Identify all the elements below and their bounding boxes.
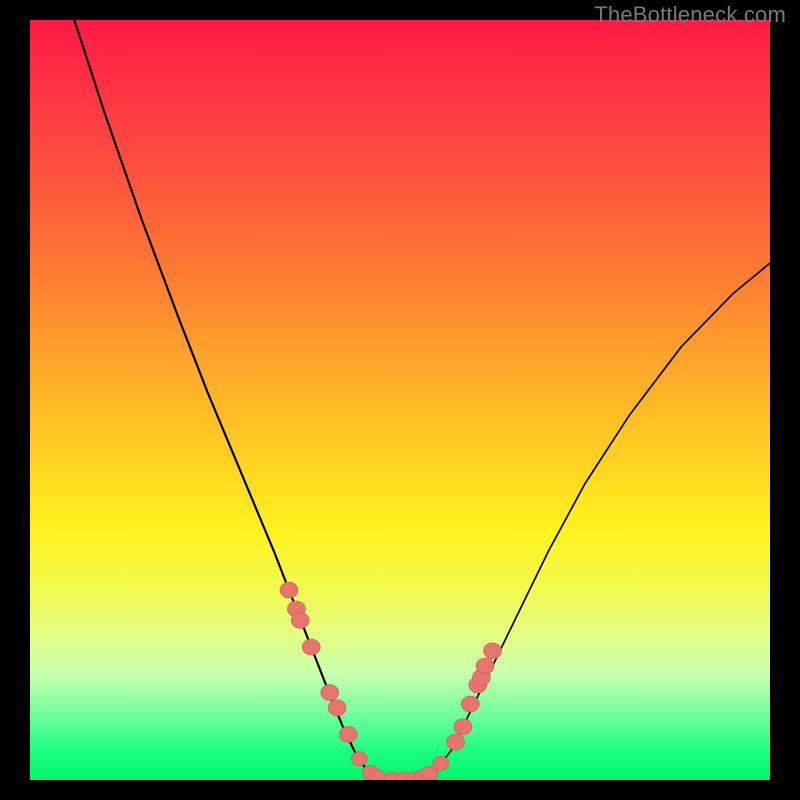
bead [461, 696, 479, 712]
plot-area [30, 20, 770, 780]
bead [351, 752, 367, 766]
bead-group-right [447, 643, 502, 750]
bead [291, 612, 309, 628]
bead [447, 734, 465, 750]
bead [454, 719, 472, 735]
outer-frame: TheBottleneck.com [0, 0, 800, 800]
bead [321, 685, 339, 701]
bead [302, 639, 320, 655]
bead [484, 643, 502, 659]
bead [476, 658, 494, 674]
bead-group-left [280, 582, 357, 742]
bead [328, 700, 346, 716]
curve-left [74, 20, 377, 778]
bead [339, 726, 357, 742]
watermark-label: TheBottleneck.com [594, 2, 786, 28]
bead [433, 756, 449, 770]
chart-svg [30, 20, 770, 780]
bead-group-floor [351, 752, 448, 780]
bead [280, 582, 298, 598]
